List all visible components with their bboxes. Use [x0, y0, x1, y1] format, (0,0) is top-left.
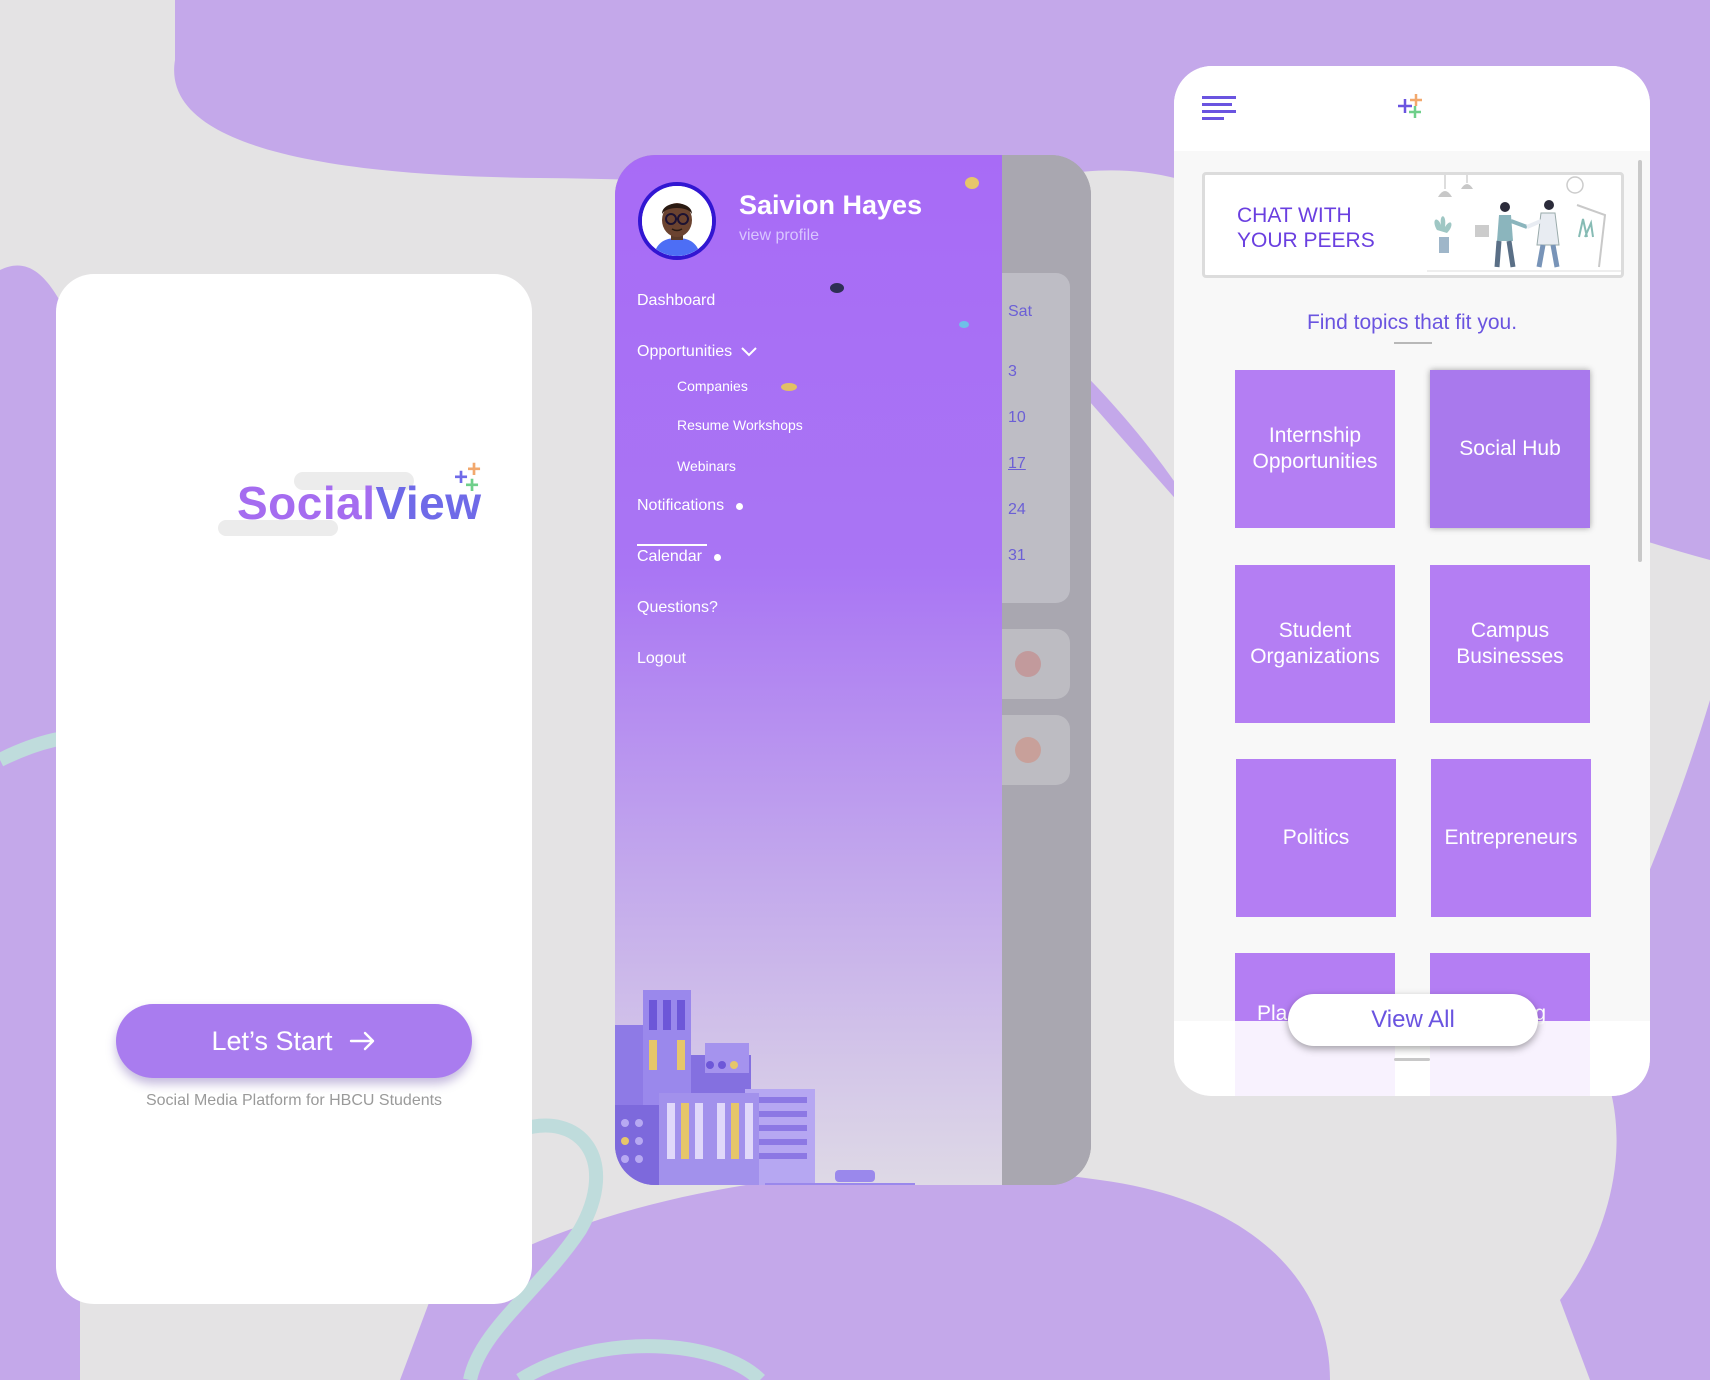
topic-tile-politics[interactable]: Politics [1236, 759, 1396, 917]
lets-start-button[interactable]: Let’s Start [116, 1004, 472, 1078]
nav-label: Questions? [637, 599, 718, 616]
splash-screen: SocialView + + + Let’s Start Social Medi… [56, 274, 532, 1304]
nav-label: Opportunities [637, 343, 733, 360]
calendar-date[interactable]: 24 [1008, 501, 1026, 519]
nav-item-opportunities[interactable]: Opportunities [637, 343, 758, 361]
topic-tile-campus-businesses[interactable]: Campus Businesses [1430, 565, 1590, 723]
tagline: Social Media Platform for HBCU Students [145, 1092, 443, 1109]
find-topics-title: Find topics that fit you. [1306, 311, 1518, 334]
menu-icon[interactable] [1202, 94, 1236, 122]
nav-label: Notifications [637, 497, 725, 514]
scrollbar[interactable] [1638, 160, 1642, 562]
nav-item-questions[interactable]: Questions? [637, 599, 718, 617]
nav-item-dashboard[interactable]: Dashboard [637, 292, 715, 310]
confetti [781, 383, 797, 391]
logo-plus-icon[interactable] [1392, 90, 1432, 130]
topic-tile-internship-opportunities[interactable]: Internship Opportunities [1235, 370, 1395, 528]
user-name: Saivion Hayes [739, 190, 923, 220]
event-dot [1015, 737, 1041, 763]
nav-subitem-webinars[interactable]: Webinars [677, 458, 736, 474]
active-indicator [637, 544, 707, 546]
view-all-button[interactable]: View All [1288, 994, 1538, 1046]
topics-screen: CHAT WITH YOUR PEERS Find topics that fi… [1174, 66, 1650, 1096]
nav-subitem-resume-workshops[interactable]: Resume Workshops [677, 417, 803, 433]
chat-with-peers-banner[interactable]: CHAT WITH YOUR PEERS [1202, 172, 1624, 278]
notification-dot [736, 502, 744, 510]
title-divider [1394, 342, 1432, 344]
banner-text: CHAT WITH YOUR PEERS [1237, 204, 1375, 252]
calendar-date[interactable]: 10 [1008, 409, 1026, 427]
nav-label: Calendar [637, 548, 702, 565]
confetti [830, 283, 844, 293]
logo-word-social: Social [237, 477, 376, 529]
notification-dot [713, 553, 721, 561]
nav-drawer: Saivion Hayes view profile Dashboard Opp… [615, 155, 1002, 1185]
view-profile-link[interactable]: view profile [739, 227, 819, 245]
event-dot [1015, 651, 1041, 677]
confetti [959, 321, 969, 328]
topic-tile-entrepreneurs[interactable]: Entrepreneurs [1431, 759, 1591, 917]
avatar[interactable] [638, 182, 716, 260]
calendar-date[interactable]: 3 [1008, 363, 1017, 381]
home-indicator [1394, 1058, 1430, 1061]
nav-label: Dashboard [637, 292, 716, 309]
peers-illustration [1427, 175, 1623, 272]
arrow-right-icon [349, 1031, 374, 1051]
nav-subitem-companies[interactable]: Companies [677, 378, 748, 394]
topic-tile-student-organizations[interactable]: Student Organizations [1235, 565, 1395, 723]
socialview-logo: SocialView + + + [164, 458, 481, 554]
topic-tile-social-hub[interactable]: Social Hub [1430, 370, 1590, 528]
lets-start-label: Let’s Start [211, 1025, 333, 1056]
drawer-screen: Sat 3 10 17 24 31 Saivion Hayes view pro… [615, 155, 1091, 1185]
nav-item-notifications[interactable]: Notifications [637, 497, 744, 515]
logo-plus-icon: + [465, 472, 480, 499]
chevron-down-icon [741, 347, 757, 357]
calendar-day-header: Sat [1008, 303, 1033, 320]
calendar-date[interactable]: 31 [1008, 547, 1026, 565]
nav-item-calendar[interactable]: Calendar [637, 548, 721, 566]
logo-wordmark: SocialView [237, 476, 482, 530]
nav-item-logout[interactable]: Logout [637, 650, 686, 668]
nav-label: Logout [637, 650, 686, 667]
calendar-date-today[interactable]: 17 [1008, 455, 1026, 473]
confetti [965, 177, 979, 189]
app-header [1174, 66, 1650, 151]
avatar-icon [642, 186, 712, 256]
city-illustration [615, 990, 915, 1185]
